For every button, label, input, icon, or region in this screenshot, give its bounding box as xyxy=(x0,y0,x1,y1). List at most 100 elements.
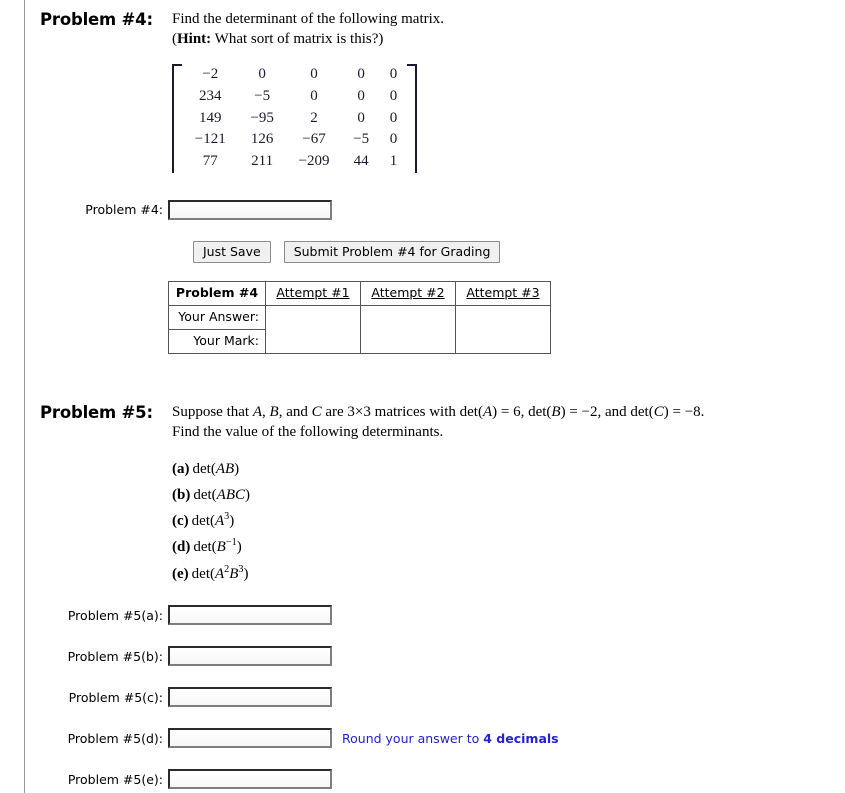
item-close: ) xyxy=(236,539,242,556)
matrix-row: 234 −5 0 0 0 xyxy=(182,85,407,107)
item-close: ) xyxy=(245,487,251,504)
problem-5e-answer-input[interactable] xyxy=(168,769,332,790)
matrix-cell: 0 xyxy=(310,87,318,104)
item-marker: (a) xyxy=(172,460,190,477)
attempts-corner-label: Problem #4 xyxy=(168,281,266,307)
problem-5-block: Problem #5: Suppose that A, B, and C are… xyxy=(0,403,845,790)
p5-text-2: , xyxy=(262,404,270,421)
matrix-cell: 0 xyxy=(258,66,266,83)
matrix-table: −2 0 0 0 0 234 −5 0 0 0 149 −95 2 0 0 −1… xyxy=(182,64,407,173)
item-marker: (b) xyxy=(172,487,191,504)
item-base-1: A xyxy=(214,513,225,530)
attempt-1-link[interactable]: Attempt #1 xyxy=(276,285,349,300)
list-item: (c) det(A3) xyxy=(172,511,845,531)
problem-5a-answer-row: Problem #5(a): xyxy=(0,604,845,626)
problem-5b-answer-label: Problem #5(b): xyxy=(67,648,163,664)
problem-4-answer-input[interactable] xyxy=(168,199,332,220)
matrix-cell: 1 xyxy=(389,153,398,170)
problem-5d-answer-row: Problem #5(d): Round your answer to 4 de… xyxy=(0,727,845,749)
submit-problem-4-button[interactable]: Submit Problem #4 for Grading xyxy=(283,240,501,264)
p5-text-5: ) = 6, det( xyxy=(492,404,552,421)
item-close: ) xyxy=(229,513,235,530)
problem-4-statement: Find the determinant of the following ma… xyxy=(172,10,845,50)
item-base-2: B xyxy=(225,460,235,477)
matrix-left-bracket xyxy=(172,63,182,173)
p5-var-B: B xyxy=(269,404,279,421)
matrix-cell: 211 xyxy=(251,153,274,170)
worksheet-content: Problem #4: Find the determinant of the … xyxy=(0,0,845,790)
matrix-cell: 0 xyxy=(389,66,398,83)
p5-det-var-B: B xyxy=(551,404,561,421)
p5-var-A: A xyxy=(252,404,263,421)
p5-text-1: Suppose that xyxy=(172,404,253,421)
matrix-cell: 0 xyxy=(357,109,365,126)
problem-5a-answer-input[interactable] xyxy=(168,605,332,626)
problem-4-statement-line1: Find the determinant of the following ma… xyxy=(172,11,445,27)
item-close: ) xyxy=(234,460,240,477)
attempt-header-cell[interactable]: Attempt #2 xyxy=(360,281,456,307)
problem-5c-answer-label: Problem #5(c): xyxy=(68,689,163,705)
item-base-1: A xyxy=(214,565,225,582)
attempt-3-link[interactable]: Attempt #3 xyxy=(466,285,539,300)
attempt-2-answer-cell xyxy=(360,305,456,355)
just-save-button[interactable]: Just Save xyxy=(193,240,271,264)
matrix-cell: 0 xyxy=(389,87,398,104)
matrix-cell: −121 xyxy=(194,131,226,148)
item-base-1: B xyxy=(216,539,226,556)
matrix-cell: −5 xyxy=(353,131,370,148)
attempts-your-answer-row: Your Answer: xyxy=(168,305,551,355)
matrix-cell: 2 xyxy=(310,109,318,126)
p5-text-7: ) = −8. xyxy=(663,404,705,421)
item-base-1: A xyxy=(216,487,226,504)
matrix-cell: 0 xyxy=(310,66,318,83)
problem-5b-answer-input[interactable] xyxy=(168,646,332,667)
p5-text-6: ) = −2, and det( xyxy=(560,404,654,421)
item-marker: (d) xyxy=(172,539,191,556)
matrix-row: 149 −95 2 0 0 xyxy=(182,107,407,129)
matrix-cell: −67 xyxy=(302,131,326,148)
item-func: det( xyxy=(193,539,217,556)
problem-5-item-list: (a) det(AB) (b) det(ABC) (c) det(A3) (d) det… xyxy=(172,459,845,583)
matrix-cell: 44 xyxy=(353,153,369,170)
matrix-cell: 0 xyxy=(389,109,398,126)
problem-5d-rounding-note: Round your answer to 4 decimals xyxy=(342,731,559,746)
matrix-cell: −209 xyxy=(298,153,330,170)
problem-5b-answer-row: Problem #5(b): xyxy=(0,645,845,667)
attempt-header-cell[interactable]: Attempt #3 xyxy=(455,281,551,307)
p5-var-C: C xyxy=(311,404,322,421)
problem-4-button-row: Just Save Submit Problem #4 for Grading xyxy=(193,240,845,264)
matrix-row: 77 211 −209 44 1 xyxy=(182,151,407,173)
matrix-cell: 234 xyxy=(199,87,222,104)
item-exp-1: −1 xyxy=(225,537,237,549)
problem-4-heading: Problem #4: xyxy=(40,10,153,29)
problem-5-statement-line2: Find the value of the following determin… xyxy=(172,424,444,441)
matrix-cell: 0 xyxy=(357,87,365,104)
problem-5c-answer-input[interactable] xyxy=(168,687,332,708)
matrix-cell: 149 xyxy=(199,109,222,126)
item-marker: (c) xyxy=(172,513,189,530)
attempt-header-cell[interactable]: Attempt #1 xyxy=(265,281,361,307)
attempt-2-link[interactable]: Attempt #2 xyxy=(371,285,444,300)
matrix-right-bracket xyxy=(407,63,417,173)
hint-label: Hint: xyxy=(177,30,212,47)
p5-text-4: are 3×3 matrices with det( xyxy=(321,404,483,421)
problem-5a-answer-label: Problem #5(a): xyxy=(67,607,163,623)
problem-5d-answer-input[interactable] xyxy=(168,728,332,749)
item-func: det( xyxy=(192,460,216,477)
p5-det-var-A: A xyxy=(482,404,493,421)
attempts-header-row: Problem #4 Attempt #1 Attempt #2 Attempt… xyxy=(168,281,551,307)
item-close: ) xyxy=(243,565,249,582)
hint-text: What sort of matrix is this?) xyxy=(214,30,384,47)
attempt-1-answer-cell xyxy=(265,305,361,355)
item-func: det( xyxy=(191,513,215,530)
problem-5e-answer-row: Problem #5(e): xyxy=(0,768,845,790)
your-mark-label: Your Mark: xyxy=(168,329,266,355)
p5-det-var-C: C xyxy=(653,404,664,421)
list-item: (d) det(B−1) xyxy=(172,537,845,557)
list-item: (a) det(AB) xyxy=(172,459,845,479)
problem-5-answer-rows: Problem #5(a): Problem #5(b): Problem #5… xyxy=(0,604,845,790)
matrix-row: −2 0 0 0 0 xyxy=(182,64,407,86)
matrix-cell: −95 xyxy=(250,109,274,126)
problem-4-hint-line: (Hint: What sort of matrix is this?) xyxy=(172,30,755,50)
item-func: det( xyxy=(191,565,215,582)
